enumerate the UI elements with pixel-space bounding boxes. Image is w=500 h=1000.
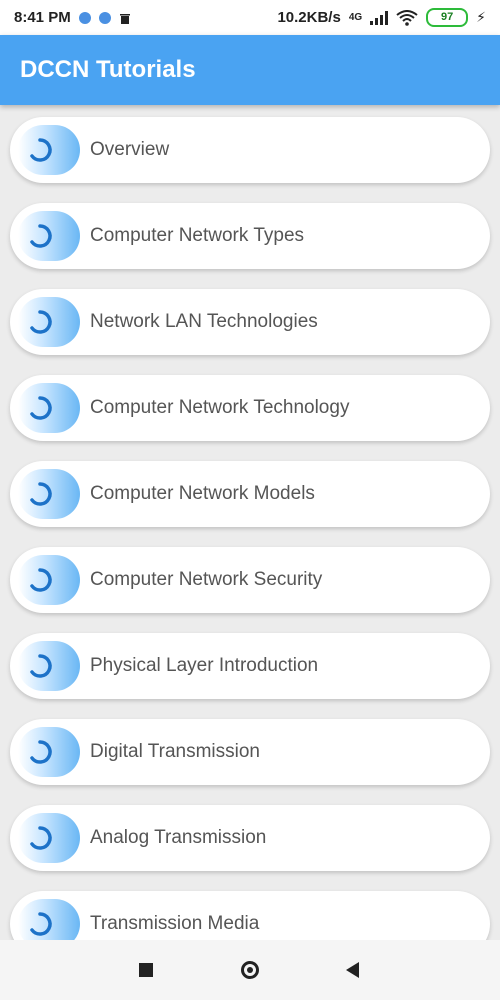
list-item-label: Computer Network Technology [90, 397, 350, 418]
loading-ring-icon [18, 899, 80, 940]
system-nav-bar [0, 940, 500, 1000]
loading-ring-icon [18, 641, 80, 691]
notification-dot-icon-2 [98, 11, 111, 24]
network-speed: 10.2KB/s [277, 9, 341, 26]
list-item[interactable]: Analog Transmission [10, 805, 490, 871]
list-item-label: Transmission Media [90, 913, 260, 934]
charging-icon: ⚡ [476, 9, 486, 25]
list-item[interactable]: Digital Transmission [10, 719, 490, 785]
list-item[interactable]: Computer Network Technology [10, 375, 490, 441]
list-item[interactable]: Physical Layer Introduction [10, 633, 490, 699]
battery-indicator: 97 [426, 8, 469, 27]
loading-ring-icon [18, 469, 80, 519]
list-item[interactable]: Network LAN Technologies [10, 289, 490, 355]
list-item-label: Overview [90, 139, 170, 160]
status-right: 10.2KB/s 4G 97 ⚡ [277, 8, 486, 27]
list-item-label: Digital Transmission [90, 741, 260, 762]
recents-button[interactable] [134, 958, 158, 982]
app-title: DCCN Tutorials [20, 56, 196, 83]
loading-ring-icon [18, 125, 80, 175]
square-icon [139, 963, 153, 977]
home-button[interactable] [238, 958, 262, 982]
status-left: 8:41 PM [14, 9, 131, 26]
list-item[interactable]: Computer Network Security [10, 547, 490, 613]
network-type-label: 4G [348, 12, 363, 23]
list-item[interactable]: Transmission Media [10, 891, 490, 940]
loading-ring-icon [18, 211, 80, 261]
loading-ring-icon [18, 383, 80, 433]
list-item[interactable]: Overview [10, 117, 490, 183]
notification-dot-icon [78, 11, 91, 24]
app-bar: DCCN Tutorials [0, 35, 500, 105]
loading-ring-icon [18, 813, 80, 863]
list-item-label: Physical Layer Introduction [90, 655, 319, 676]
wifi-icon [396, 9, 418, 26]
list-item-label: Computer Network Security [90, 569, 323, 590]
list-item[interactable]: Computer Network Models [10, 461, 490, 527]
list-item-label: Computer Network Types [90, 225, 305, 246]
signal-icon [370, 10, 389, 25]
home-circle-icon [241, 961, 259, 979]
list-item-label: Computer Network Models [90, 483, 315, 504]
back-button[interactable] [340, 958, 364, 982]
list-item[interactable]: Computer Network Types [10, 203, 490, 269]
tutorial-list[interactable]: Overview Computer Network Types Network … [0, 105, 500, 940]
loading-ring-icon [18, 727, 80, 777]
status-bar: 8:41 PM 10.2KB/s 4G 97 ⚡ [0, 0, 500, 35]
status-time: 8:41 PM [14, 9, 71, 26]
list-item-label: Network LAN Technologies [90, 311, 318, 332]
back-triangle-icon [345, 962, 359, 978]
list-item-label: Analog Transmission [90, 827, 267, 848]
loading-ring-icon [18, 555, 80, 605]
loading-ring-icon [18, 297, 80, 347]
trash-icon [119, 12, 131, 24]
